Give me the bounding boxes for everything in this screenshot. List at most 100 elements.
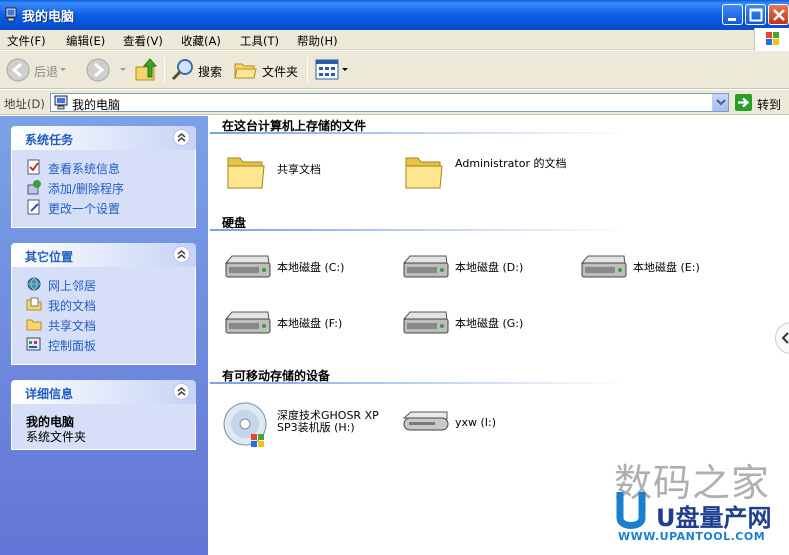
place-control-panel-label: 控制面板 [48, 339, 97, 353]
task-add-remove-programs-label: 添加/删除程序 [48, 182, 125, 196]
windows-logo [754, 28, 789, 51]
menu-file[interactable]: 文件(F) [7, 33, 46, 49]
folder-shared-documents[interactable]: 共享文档 [226, 151, 376, 195]
section-divider [210, 229, 630, 231]
go-button[interactable] [735, 94, 752, 111]
add-remove-programs-icon [27, 180, 41, 195]
double-chevron-up-icon [177, 133, 186, 142]
menu-edit[interactable]: 编辑(E) [66, 33, 105, 49]
computer-icon [54, 95, 68, 110]
menu-favorites[interactable]: 收藏(A) [181, 33, 221, 49]
menu-tools[interactable]: 工具(T) [240, 33, 279, 49]
watermark-logo [616, 492, 646, 529]
menu-view[interactable]: 查看(V) [123, 33, 163, 49]
drive-e-label: 本地磁盘 (E:) [633, 261, 700, 274]
menu-help[interactable]: 帮助(H) [297, 33, 338, 49]
back-dropdown-icon [60, 68, 66, 71]
drive-c-label: 本地磁盘 (C:) [277, 261, 345, 274]
task-pane: 系统任务 查看系统信息 添加/删除程序 更改一个设置 其它位置 网上邻居 我的文… [0, 116, 208, 555]
address-bar: 地址(D) 我的电脑 转到 [0, 90, 789, 115]
drive-g-label: 本地磁盘 (G:) [455, 317, 524, 330]
drive-i-removable[interactable]: yxw (I:) [401, 410, 531, 440]
details-description: 系统文件夹 [26, 430, 87, 444]
details-panel: 详细信息 我的电脑 系统文件夹 [11, 380, 196, 450]
hard-disk-icon [224, 311, 271, 334]
up-folder-button[interactable] [134, 51, 160, 89]
drive-f[interactable]: 本地磁盘 (F:) [223, 310, 383, 340]
system-info-icon [27, 159, 40, 175]
drive-i-label: yxw (I:) [455, 416, 497, 429]
address-value: 我的电脑 [72, 98, 121, 112]
search-button[interactable]: 搜索 [171, 51, 227, 89]
back-arrow-icon [6, 58, 30, 82]
folder-icon [405, 157, 443, 189]
views-dropdown-icon [342, 68, 348, 71]
address-label: 地址(D) [4, 97, 45, 111]
side-expand-button[interactable] [775, 322, 789, 354]
chevron-left-icon [781, 332, 789, 344]
search-icon [171, 59, 193, 81]
drive-f-label: 本地磁盘 (F:) [277, 317, 343, 330]
drive-e[interactable]: 本地磁盘 (E:) [579, 254, 739, 284]
up-folder-icon [135, 58, 158, 81]
removable-disk-icon [402, 411, 449, 431]
views-button[interactable] [315, 51, 351, 89]
drive-h-cd[interactable]: 深度技术GHOSR XP SP3装机版 (H:) [223, 400, 393, 450]
maximize-button[interactable] [745, 4, 766, 25]
go-label[interactable]: 转到 [757, 96, 781, 113]
forward-dropdown-icon [120, 68, 126, 71]
toolbar: 后退 搜索 文件夹 [0, 51, 789, 89]
folder-icon [227, 157, 265, 189]
close-icon [773, 9, 785, 21]
computer-icon [5, 7, 17, 22]
folders-icon [234, 63, 257, 79]
chevron-down-icon [716, 99, 726, 106]
hard-disk-icon [402, 311, 449, 334]
place-network-label: 网上邻居 [48, 279, 97, 293]
collapse-button[interactable] [173, 129, 190, 146]
other-places-body: 网上邻居 我的文档 共享文档 控制面板 [11, 267, 196, 365]
forward-arrow-icon [86, 58, 110, 82]
double-chevron-up-icon [177, 250, 186, 259]
folder-administrator-documents[interactable]: Administrator 的文档 [404, 151, 574, 195]
system-tasks-header[interactable]: 系统任务 [11, 126, 196, 150]
hard-disk-icon [224, 255, 271, 278]
toolbar-separator [307, 57, 308, 83]
section-divider [210, 132, 630, 134]
maximize-icon [749, 8, 763, 22]
address-input[interactable]: 我的电脑 [50, 93, 729, 112]
address-dropdown-button[interactable] [712, 94, 728, 111]
details-header[interactable]: 详细信息 [11, 380, 196, 404]
close-button[interactable] [768, 4, 789, 25]
collapse-button[interactable] [173, 383, 190, 400]
collapse-button[interactable] [173, 246, 190, 263]
folder-shared-documents-label: 共享文档 [277, 163, 321, 176]
toolbar-separator [164, 57, 165, 83]
double-chevron-up-icon [177, 387, 186, 396]
other-places-header[interactable]: 其它位置 [11, 243, 196, 267]
search-label: 搜索 [198, 65, 223, 79]
drive-g[interactable]: 本地磁盘 (G:) [401, 310, 561, 340]
place-my-documents-label: 我的文档 [48, 299, 97, 313]
folders-button[interactable]: 文件夹 [234, 51, 300, 89]
watermark-brand: U盘量产网 [656, 504, 772, 532]
drive-c[interactable]: 本地磁盘 (C:) [223, 254, 383, 284]
drive-d[interactable]: 本地磁盘 (D:) [401, 254, 561, 284]
details-title: 详细信息 [25, 387, 74, 401]
hard-disk-icon [580, 255, 627, 278]
windows-flag-icon [766, 32, 779, 45]
task-change-setting-label: 更改一个设置 [48, 202, 121, 216]
back-button[interactable]: 后退 [6, 51, 66, 89]
title-bar: 我的电脑 [0, 0, 789, 30]
watermark-url: WWW.UPANTOOL.COM [618, 530, 766, 543]
views-icon [315, 59, 339, 80]
drive-h-label: 深度技术GHOSR XP SP3装机版 (H:) [277, 409, 379, 434]
task-view-system-info-label: 查看系统信息 [48, 162, 121, 176]
drive-d-label: 本地磁盘 (D:) [455, 261, 524, 274]
system-tasks-panel: 系统任务 查看系统信息 添加/删除程序 更改一个设置 [11, 126, 196, 228]
back-label: 后退 [34, 65, 59, 79]
forward-button[interactable] [86, 51, 126, 89]
minimize-icon [728, 18, 736, 21]
cd-drive-icon [223, 402, 267, 447]
minimize-button[interactable] [722, 4, 743, 25]
